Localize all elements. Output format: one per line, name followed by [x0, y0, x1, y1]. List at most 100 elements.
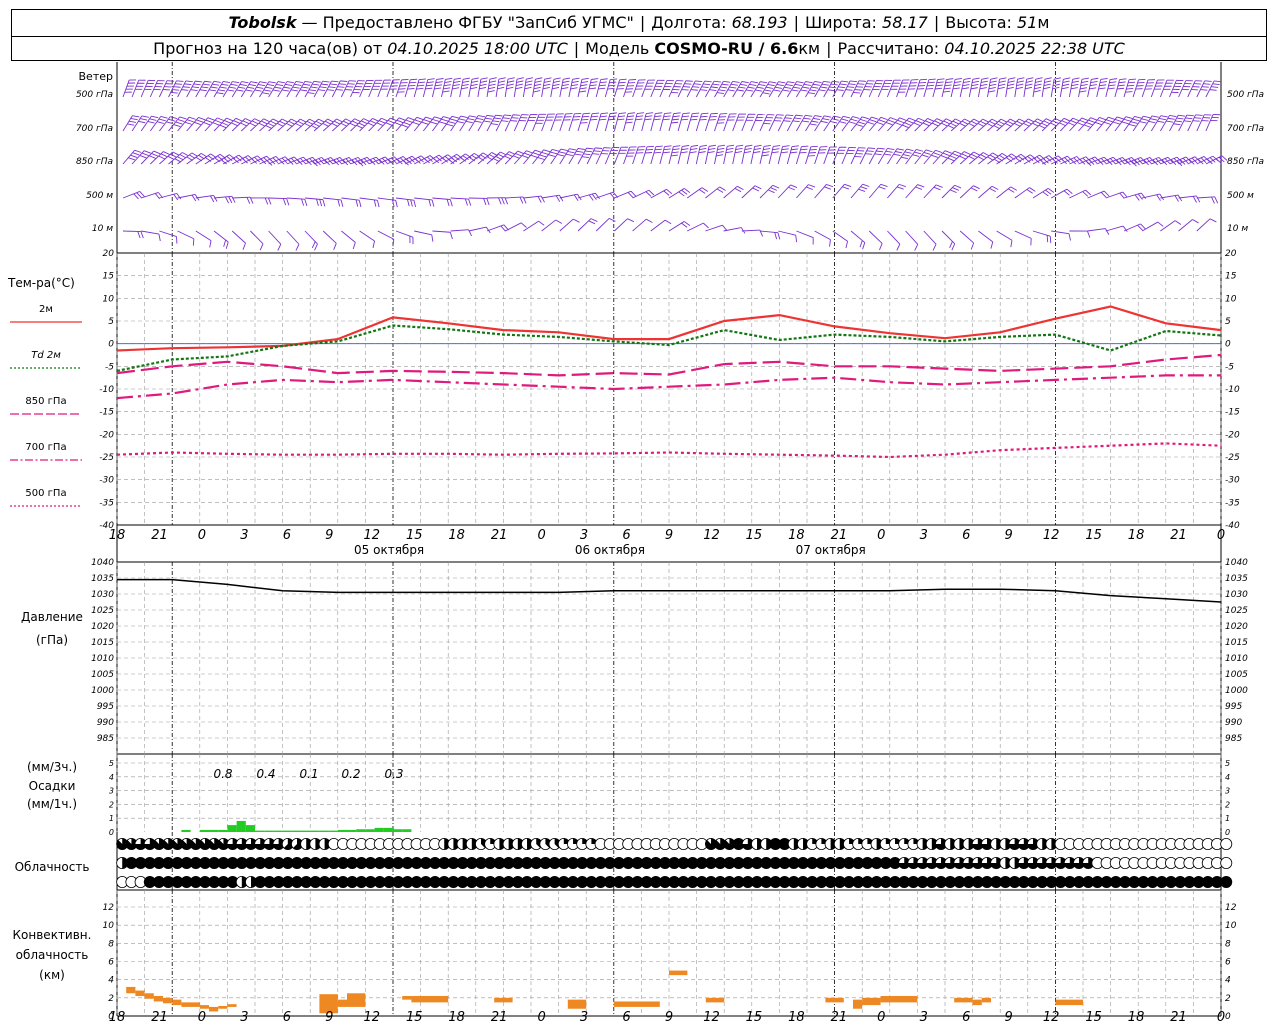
wind-barb-flag: [1052, 120, 1060, 125]
wind-barb-flag: [421, 121, 429, 125]
wind-barb-flag: [295, 244, 300, 251]
time-tick-label: 3: [580, 528, 588, 543]
wind-barb-flag: [504, 197, 509, 205]
wind-barb-flag: [921, 154, 929, 158]
precip-bar: [356, 829, 366, 832]
wind-barb-shaft: [577, 79, 583, 98]
wind-barb-flag: [725, 151, 733, 154]
wind-barb-flag: [1042, 191, 1049, 197]
wind-barb-flag: [185, 80, 193, 83]
time-tick-label-bottom: 3: [240, 1010, 248, 1024]
wind-barb-flag: [1071, 80, 1080, 83]
wind-barb-shaft: [996, 186, 1012, 199]
time-tick-label-bottom: 3: [580, 1010, 588, 1024]
precip-bar: [181, 829, 191, 832]
wind-barb-shaft: [586, 147, 596, 165]
pressure-ytick-left: 1010: [91, 654, 114, 664]
wind-barb-flag: [170, 92, 178, 94]
time-tick-label: 18: [109, 528, 126, 543]
wind-barb-flag: [1157, 221, 1164, 227]
wind-barb-flag: [627, 218, 635, 223]
wind-barb-flag: [210, 195, 215, 203]
wind-barb-flag: [231, 196, 236, 203]
day-label: 07 октября: [796, 543, 866, 557]
wind-barb-flag: [1121, 121, 1129, 125]
wind-barb-flag: [682, 145, 690, 147]
wind-barb-shaft: [550, 148, 562, 165]
temp-ytick-right: -30: [1225, 476, 1240, 486]
wind-barb-flag: [664, 145, 672, 148]
wind-barb-flag: [335, 89, 343, 91]
wind-barb-flag: [689, 151, 697, 154]
wind-barb-flag: [989, 80, 997, 83]
wind-barb-flag: [595, 147, 603, 149]
wind-barb-flag: [369, 120, 377, 125]
wind-barb-flag: [847, 86, 855, 88]
wind-barb-flag: [809, 89, 817, 92]
wind-barb-flag: [800, 89, 808, 92]
wind-barb-flag: [773, 145, 781, 147]
wind-barb-flag: [592, 112, 600, 115]
wind-barb-flag: [1025, 86, 1033, 90]
wind-barb-flag: [1063, 190, 1070, 196]
wind-barb-flag: [662, 118, 670, 121]
wind-barb-flag: [511, 117, 519, 119]
wind-barb-flag: [154, 193, 161, 200]
wind-barb-flag: [843, 115, 851, 119]
wind-barb-shaft: [850, 230, 866, 243]
wind-barb-shaft: [623, 146, 631, 165]
wind-barb-flag: [558, 151, 566, 154]
wind-barb-flag: [430, 121, 438, 125]
convective-cloud-bar: [163, 997, 173, 1004]
wind-barb-flag: [961, 87, 969, 90]
wind-barb-flag: [377, 200, 380, 208]
wind-barb-flag: [525, 80, 533, 83]
wind-barb-flag: [704, 80, 712, 83]
wind-barb-flag: [979, 87, 987, 90]
wind-barb-flag: [812, 83, 820, 86]
wind-barb-flag: [434, 84, 443, 87]
wind-barb-flag: [617, 84, 625, 87]
wind-barb-flag: [149, 118, 157, 121]
temp-ytick-left: -30: [99, 476, 114, 486]
precip-3h-total: 0.1: [299, 767, 318, 781]
wind-barb-flag: [533, 86, 541, 90]
wind-barb-shaft: [395, 197, 414, 201]
wind-barb-flag: [504, 155, 511, 160]
wind-barb-flag: [691, 115, 699, 118]
convective-cloud-bar: [880, 996, 918, 1003]
wind-barb-flag: [228, 86, 236, 89]
wind-barb-shaft: [850, 147, 859, 165]
wind-barb-shaft: [1105, 79, 1111, 98]
wind-barb-flag: [989, 187, 996, 193]
wind-barb-flag: [581, 156, 589, 158]
wind-barb-flag: [937, 78, 945, 81]
wind-barb-flag: [497, 83, 505, 87]
wind-barb-flag: [627, 192, 634, 198]
convective-cloud-bar: [567, 999, 587, 1009]
wind-barb-flag: [128, 157, 136, 161]
wind-barb-flag: [259, 81, 267, 84]
wind-barb-flag: [600, 78, 608, 81]
wind-barb-shaft: [841, 80, 851, 98]
wind-barb-flag: [173, 86, 181, 88]
wind-barb-flag: [860, 186, 868, 190]
wind-barb-flag: [216, 92, 224, 95]
wind-barb-flag: [1005, 122, 1012, 127]
wind-barb-flag: [1116, 87, 1125, 90]
wind-barb-shaft: [768, 114, 778, 132]
wind-barb-shaft: [213, 81, 224, 98]
wind-barb-shaft: [923, 230, 937, 245]
time-tick-label: 0: [198, 528, 206, 543]
wind-barb-flag: [515, 86, 523, 90]
wind-barb-flag: [1034, 86, 1042, 90]
wind-barb-flag: [927, 81, 935, 84]
wind-barb-flag: [196, 119, 204, 123]
wind-barb-flag: [1089, 87, 1097, 90]
wind-barb-flag: [794, 83, 802, 87]
wind-barb-flag: [485, 117, 493, 120]
precip-ytick-right: 3: [1225, 787, 1230, 796]
wind-barb-flag: [1080, 84, 1088, 87]
precip-3h-total: 0.2: [341, 767, 360, 781]
wind-barb-flag: [133, 193, 139, 200]
